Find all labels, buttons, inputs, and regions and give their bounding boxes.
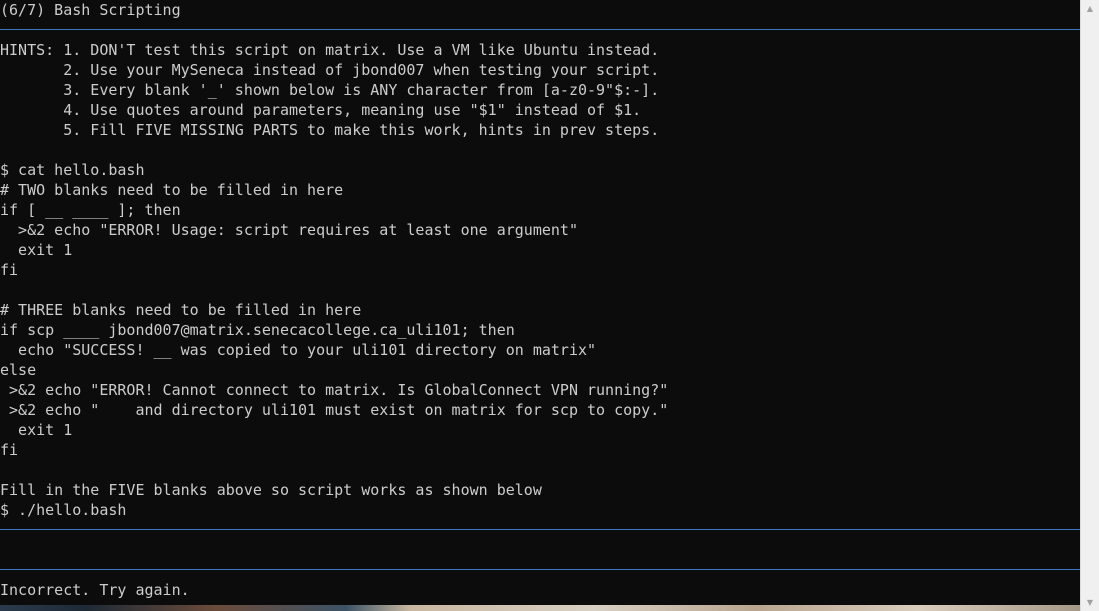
hint-line-1: HINTS: 1. DON'T test this script on matr… bbox=[0, 41, 660, 59]
hint-line-4: 4. Use quotes around parameters, meaning… bbox=[0, 101, 642, 119]
script-line: >&2 echo "ERROR! Usage: script requires … bbox=[0, 221, 578, 239]
desktop-wallpaper-strip bbox=[0, 605, 1080, 611]
scroll-track[interactable] bbox=[1081, 17, 1099, 594]
vertical-scrollbar[interactable]: ▲ ▼ bbox=[1080, 0, 1099, 611]
script-line: if [ __ ____ ]; then bbox=[0, 201, 181, 219]
script-line: >&2 echo "ERROR! Cannot connect to matri… bbox=[0, 381, 669, 399]
script-line: exit 1 bbox=[0, 241, 73, 259]
script-line: echo "SUCCESS! __ was copied to your uli… bbox=[0, 341, 597, 359]
script-line: if scp ____ jbond007@matrix.senecacolleg… bbox=[0, 321, 515, 339]
hint-line-3: 3. Every blank '_' shown below is ANY ch… bbox=[0, 81, 660, 99]
script-line: fi bbox=[0, 261, 19, 279]
terminal-window[interactable]: (6/7) Bash Scripting HINTS: 1. DON'T tes… bbox=[0, 0, 1080, 611]
command-line: $ ./hello.bash bbox=[0, 501, 127, 519]
script-line: >&2 echo " and directory uli101 must exi… bbox=[0, 401, 669, 419]
terminal-title: (6/7) Bash Scripting bbox=[0, 1, 181, 19]
input-bottom-divider bbox=[0, 569, 1080, 570]
scroll-up-arrow-icon[interactable]: ▲ bbox=[1081, 0, 1099, 17]
script-line: else bbox=[0, 361, 37, 379]
hint-line-2: 2. Use your MySeneca instead of jbond007… bbox=[0, 61, 660, 79]
script-line: fi bbox=[0, 441, 19, 459]
top-divider bbox=[0, 29, 1080, 30]
script-line: # THREE blanks need to be filled in here bbox=[0, 301, 362, 319]
script-line: exit 1 bbox=[0, 421, 73, 439]
command-line: $ cat hello.bash bbox=[0, 161, 145, 179]
hint-line-5: 5. Fill FIVE MISSING PARTS to make this … bbox=[0, 121, 660, 139]
input-top-divider bbox=[0, 529, 1080, 530]
scroll-down-arrow-icon[interactable]: ▼ bbox=[1081, 594, 1099, 611]
feedback-message: Incorrect. Try again. bbox=[0, 581, 190, 599]
script-line: # TWO blanks need to be filled in here bbox=[0, 181, 344, 199]
instruction-line: Fill in the FIVE blanks above so script … bbox=[0, 481, 542, 499]
